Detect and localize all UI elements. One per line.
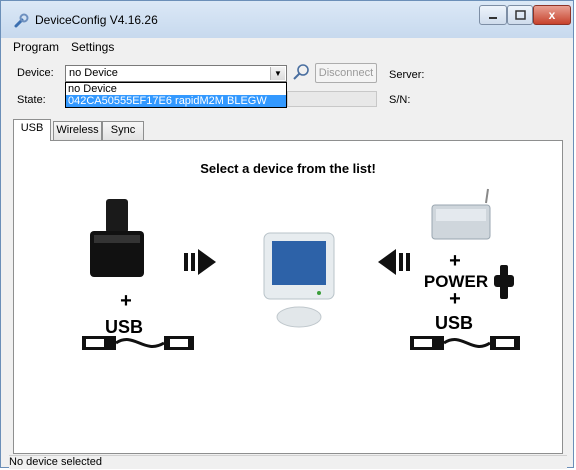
usb-label-right: USB: [435, 313, 473, 333]
maximize-button[interactable]: [507, 5, 533, 25]
close-icon: x: [548, 8, 556, 22]
maximize-icon: [515, 10, 526, 20]
close-button[interactable]: x: [533, 5, 571, 25]
menu-program[interactable]: Program: [13, 40, 59, 54]
usb-cable-icon-right: [410, 336, 520, 350]
server-label: Server:: [389, 69, 425, 81]
usb-cable-icon: [82, 336, 194, 350]
app-window: DeviceConfig V4.16.26 x Program Settings…: [0, 0, 574, 469]
minimize-button[interactable]: [479, 5, 507, 25]
arrow-right-icon: [184, 249, 216, 275]
tab-sync[interactable]: Sync: [102, 121, 144, 140]
device-label: Device:: [17, 67, 54, 79]
menu-settings[interactable]: Settings: [71, 40, 114, 54]
sn-label: S/N:: [389, 94, 411, 106]
state-value: [287, 91, 377, 107]
device-select[interactable]: no Device ▼: [65, 65, 287, 82]
menu-bar: Program Settings: [9, 38, 567, 56]
state-label: State:: [17, 94, 46, 106]
status-bar: No device selected: [9, 455, 567, 470]
gateway-device-image: [431, 188, 491, 240]
window-title: DeviceConfig V4.16.26: [35, 13, 158, 27]
usb-tab-content: Select a device from the list! + USB + P…: [13, 140, 563, 454]
status-text: No device selected: [9, 456, 102, 468]
device-select-value: no Device: [69, 67, 118, 79]
device-option-none[interactable]: no Device: [66, 83, 286, 95]
connection-illustration: + USB + POWER + USB: [82, 188, 520, 350]
plus-left: +: [120, 290, 132, 312]
device-dropdown-list: no Device 042CA50555EF17E6 rapidM2M BLEG…: [65, 82, 287, 108]
title-bar[interactable]: DeviceConfig V4.16.26 x: [1, 1, 573, 38]
power-plug-icon: [494, 265, 514, 299]
docking-cradle-image: [90, 199, 144, 277]
device-option-rapidm2m[interactable]: 042CA50555EF17E6 rapidM2M BLEGW: [66, 95, 286, 107]
plus-usb-right: +: [449, 288, 461, 310]
plus-power: +: [449, 250, 461, 272]
search-icon[interactable]: [291, 63, 311, 83]
chevron-down-icon[interactable]: ▼: [270, 67, 285, 80]
arrow-left-icon: [378, 249, 410, 275]
tab-wireless[interactable]: Wireless: [53, 121, 102, 140]
usb-label-left: USB: [105, 317, 143, 337]
tab-usb[interactable]: USB: [13, 119, 51, 141]
minimize-icon: [489, 17, 497, 19]
monitor-image: [263, 232, 335, 328]
select-device-heading: Select a device from the list!: [200, 161, 376, 176]
app-wrench-icon: [14, 13, 29, 28]
disconnect-button[interactable]: Disconnect: [315, 63, 377, 83]
main-panel: Device: no Device ▼ Disconnect Server: S…: [9, 57, 567, 469]
